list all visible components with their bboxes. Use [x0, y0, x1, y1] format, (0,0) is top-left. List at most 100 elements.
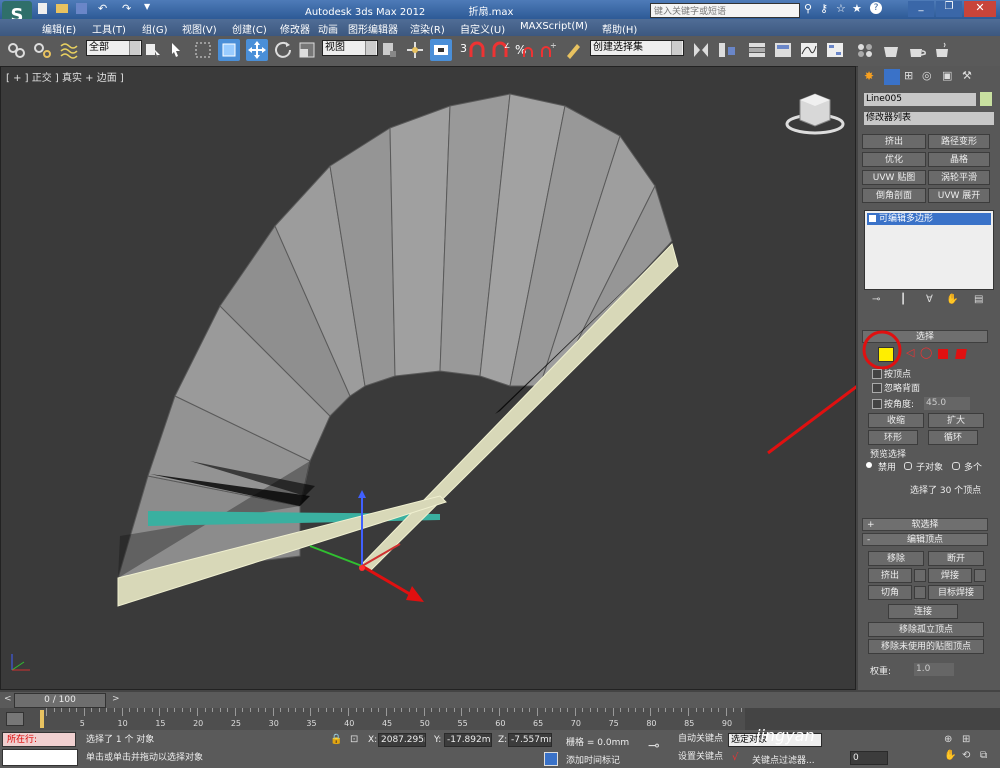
zoom-icon[interactable]: ⊕ [944, 734, 952, 745]
minimize-icon[interactable]: _ [908, 1, 934, 17]
motion-tab-icon[interactable]: ◎ [922, 69, 938, 85]
shrink-button[interactable]: 收缩 [868, 413, 924, 428]
menu-help[interactable]: 帮助(H) [602, 21, 637, 36]
by-vertex-checkbox[interactable] [872, 369, 882, 379]
menu-tools[interactable]: 工具(T) [92, 21, 126, 36]
add-time-tag-label[interactable]: 添加时间标记 [566, 753, 620, 766]
close-icon[interactable]: ✕ [964, 1, 996, 17]
expand-icon[interactable] [869, 215, 876, 222]
modifier-unwrap-uvw-button[interactable]: UVW 展开 [928, 188, 990, 203]
select-and-scale-icon[interactable] [296, 39, 318, 61]
edit-named-selection-icon[interactable] [562, 39, 584, 61]
menu-group[interactable]: 组(G) [142, 21, 168, 36]
modifier-bevel-profile-button[interactable]: 倒角剖面 [862, 188, 926, 203]
keyboard-shortcut-override-icon[interactable] [430, 39, 452, 61]
y-coordinate-field[interactable]: -17.892mm [444, 733, 492, 747]
save-file-icon[interactable] [76, 3, 87, 14]
pivot-center-icon[interactable] [378, 39, 400, 61]
extrude-settings-icon[interactable] [914, 569, 926, 582]
preview-disabled-radio[interactable] [866, 462, 872, 468]
maxscript-listener-output[interactable] [2, 749, 78, 766]
redo-icon[interactable]: ↷ [122, 2, 131, 15]
time-next-icon[interactable]: > [112, 694, 120, 704]
auto-key-button[interactable]: 自动关键点 [676, 733, 726, 747]
connect-button[interactable]: 连接 [888, 604, 958, 619]
time-slider-thumb[interactable]: 0 / 100 [14, 693, 106, 708]
select-object-icon[interactable] [142, 39, 164, 61]
menu-rendering[interactable]: 渲染(R) [410, 21, 445, 36]
modifier-optimize-button[interactable]: 优化 [862, 152, 926, 167]
object-color-swatch[interactable] [980, 92, 992, 106]
weld-settings-icon[interactable] [974, 569, 986, 582]
subscription-icon[interactable]: ⚷ [820, 2, 828, 15]
remove-unused-map-verts-button[interactable]: 移除未使用的贴图顶点 [868, 639, 984, 654]
favorites-icon[interactable]: ★ [852, 2, 862, 15]
search-icon[interactable]: ⚲ [804, 2, 812, 15]
menu-edit[interactable]: 编辑(E) [42, 21, 76, 36]
viewcube-icon[interactable] [785, 93, 845, 135]
align-icon[interactable] [716, 39, 738, 61]
edge-mode-icon[interactable]: ◁ [906, 346, 914, 359]
schematic-view-icon[interactable] [824, 39, 846, 61]
communication-icon[interactable]: ☆ [836, 2, 846, 15]
snaps-toggle-icon[interactable] [466, 39, 488, 61]
preview-multi-radio[interactable] [952, 462, 960, 470]
stack-item-editable-poly[interactable]: 可编辑多边形 [867, 213, 991, 225]
selection-filter-dropdown[interactable]: 全部 [86, 40, 142, 56]
menu-graph-editors[interactable]: 图形编辑器 [348, 21, 398, 36]
chamfer-settings-icon[interactable] [914, 586, 926, 599]
menu-animation[interactable]: 动画 [318, 21, 338, 36]
track-bar[interactable]: 5 10 15 20 25 30 35 40 45 50 55 60 65 70 75 80 85 90 [0, 708, 745, 730]
selection-lock-icon[interactable]: 🔒 [330, 734, 342, 745]
pin-stack-icon[interactable]: ⊸ [872, 294, 880, 305]
undo-icon[interactable]: ↶ [98, 2, 107, 15]
ignore-backfacing-checkbox[interactable] [872, 383, 882, 393]
zoom-all-icon[interactable]: ⊞ [962, 734, 970, 745]
key-filters-label[interactable]: 关键点过滤器... [752, 753, 815, 766]
modifier-path-deform-button[interactable]: 路径变形 [928, 134, 990, 149]
unlink-selection-icon[interactable] [32, 39, 54, 61]
ring-button[interactable]: 环形 [868, 430, 918, 445]
modifier-list-dropdown[interactable]: 修改器列表 [864, 112, 994, 125]
create-tab-icon[interactable]: ✸ [864, 69, 880, 85]
menu-create[interactable]: 创建(C) [232, 21, 267, 36]
set-key-mode-icon[interactable]: ⊸ [648, 738, 660, 754]
select-by-name-icon[interactable] [166, 39, 188, 61]
hierarchy-tab-icon[interactable]: ⊞ [904, 69, 920, 85]
time-slider-bar[interactable]: < 0 / 100 > [0, 692, 1000, 708]
show-end-result-icon[interactable]: ┃ [900, 294, 906, 305]
extrude-button[interactable]: 挤出 [868, 568, 912, 583]
absolute-mode-icon[interactable]: ⊡ [350, 734, 358, 745]
angle-spinner[interactable]: 45.0 [924, 397, 970, 410]
key-filters-icon[interactable]: √ [732, 752, 738, 763]
x-coordinate-field[interactable]: 2087.295m [378, 733, 426, 747]
set-key-button[interactable]: 设置关键点 [676, 751, 726, 765]
target-weld-button[interactable]: 目标焊接 [928, 585, 984, 600]
remove-isolated-button[interactable]: 移除孤立顶点 [868, 622, 984, 637]
new-file-icon[interactable] [38, 3, 47, 14]
restore-icon[interactable]: ❐ [936, 1, 962, 17]
element-mode-icon[interactable] [955, 349, 967, 359]
rendered-frame-window-icon[interactable] [906, 39, 928, 61]
search-input[interactable]: 键入关键字或短语 [650, 3, 800, 18]
mirror-icon[interactable] [690, 39, 712, 61]
bind-space-warp-icon[interactable] [58, 39, 80, 61]
angle-snap-icon[interactable]: ∠ [490, 39, 512, 61]
track-bar-menu-icon[interactable] [6, 712, 24, 726]
render-production-icon[interactable] [932, 39, 954, 61]
menu-modifiers[interactable]: 修改器 [280, 21, 310, 36]
maxscript-listener[interactable]: 所在行: [2, 732, 76, 747]
pan-icon[interactable]: ✋ [944, 750, 956, 761]
add-time-tag-icon[interactable] [544, 752, 558, 766]
modifier-lattice-button[interactable]: 晶格 [928, 152, 990, 167]
menu-views[interactable]: 视图(V) [182, 21, 217, 36]
preview-subobject-radio[interactable] [904, 462, 912, 470]
open-file-icon[interactable] [56, 4, 68, 13]
menu-maxscript[interactable]: MAXScript(M) [520, 21, 588, 32]
loop-button[interactable]: 循环 [928, 430, 978, 445]
layer-manager-icon[interactable] [746, 39, 768, 61]
window-crossing-icon[interactable] [218, 39, 240, 61]
select-and-rotate-icon[interactable] [272, 39, 294, 61]
modifier-stack[interactable]: 可编辑多边形 [864, 210, 994, 290]
select-and-move-icon[interactable] [246, 39, 268, 61]
